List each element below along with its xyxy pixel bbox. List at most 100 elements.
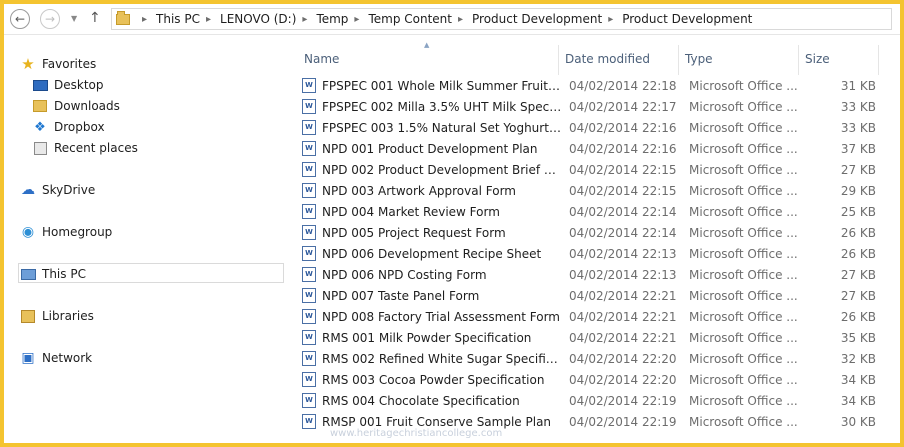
file-type: Microsoft Office ... (689, 141, 798, 156)
file-type: Microsoft Office ... (689, 393, 798, 408)
file-name: NPD 005 Project Request Form (322, 225, 506, 240)
desktop-icon (32, 79, 48, 91)
folder-icon (116, 10, 130, 25)
column-divider[interactable] (798, 45, 799, 75)
nav-downloads[interactable]: Downloads (32, 96, 120, 116)
file-type: Microsoft Office ... (689, 183, 798, 198)
file-size: 26 KB (840, 246, 876, 261)
file-date-modified: 04/02/2014 22:19 (569, 393, 677, 408)
breadcrumb-item[interactable]: Product Development (472, 12, 602, 26)
file-row[interactable]: W RMS 001 Milk Powder Specification 04/02/… (302, 327, 892, 348)
dropbox-icon: ❖ (34, 119, 46, 135)
file-size: 26 KB (840, 309, 876, 324)
file-name: NPD 007 Taste Panel Form (322, 288, 480, 303)
nav-recent-places[interactable]: Recent places (32, 138, 138, 158)
file-row[interactable]: W NPD 003 Artwork Approval Form 04/02/2014… (302, 180, 892, 201)
chevron-right-icon[interactable]: ▸ (142, 14, 147, 25)
file-row[interactable]: W NPD 002 Product Development Brief Sign.… (302, 159, 892, 180)
file-list: ▲ Name Date modified Type Size W FPSPEC 0… (294, 35, 900, 443)
word-document-icon: W (302, 120, 316, 135)
file-row[interactable]: W NPD 004 Market Review Form 04/02/2014 22… (302, 201, 892, 222)
pc-icon-wrap (20, 266, 36, 282)
breadcrumb-item[interactable]: Temp (316, 12, 348, 26)
file-name: RMS 003 Cocoa Powder Specification (322, 372, 545, 387)
nav-label: Dropbox (54, 120, 105, 134)
homegroup-icon: ◉ (21, 224, 35, 240)
file-type: Microsoft Office ... (689, 78, 798, 93)
file-name: RMSP 001 Fruit Conserve Sample Plan (322, 414, 552, 429)
file-name: FPSPEC 003 1.5% Natural Set Yoghurt Sp..… (322, 120, 563, 135)
word-document-icon: W (302, 288, 316, 303)
recent-locations-dropdown-icon[interactable]: ▼ (71, 14, 77, 23)
file-row[interactable]: W NPD 005 Project Request Form 04/02/2014 … (302, 222, 892, 243)
column-header-size[interactable]: Size (805, 52, 830, 66)
chevron-right-icon[interactable]: ▸ (206, 14, 211, 25)
file-type: Microsoft Office ... (689, 246, 798, 261)
back-button[interactable]: ← (10, 9, 30, 29)
nav-libraries[interactable]: Libraries (20, 306, 94, 326)
file-type: Microsoft Office ... (689, 372, 798, 387)
nav-label: This PC (42, 267, 86, 281)
file-row[interactable]: W RMS 003 Cocoa Powder Specification 04/02… (302, 369, 892, 390)
chevron-right-icon[interactable]: ▸ (608, 14, 613, 25)
breadcrumb[interactable]: ▸ This PC ▸ LENOVO (D:) ▸ Temp ▸ Temp Co… (111, 8, 892, 30)
nav-label: Downloads (54, 99, 120, 113)
chevron-right-icon[interactable]: ▸ (458, 14, 463, 25)
nav-desktop[interactable]: Desktop (32, 75, 104, 95)
file-row[interactable]: W NPD 008 Factory Trial Assessment Form 04… (302, 306, 892, 327)
file-date-modified: 04/02/2014 22:20 (569, 372, 677, 387)
breadcrumb-item[interactable]: This PC (156, 12, 200, 26)
chevron-right-icon[interactable]: ▸ (354, 14, 359, 25)
file-row[interactable]: W FPSPEC 003 1.5% Natural Set Yoghurt Sp.… (302, 117, 892, 138)
file-type: Microsoft Office ... (689, 204, 798, 219)
breadcrumb-item[interactable]: LENOVO (D:) (220, 12, 296, 26)
column-header-name[interactable]: Name (304, 52, 339, 66)
libraries-icon-wrap (20, 308, 36, 324)
file-row[interactable]: W NPD 001 Product Development Plan 04/02/2… (302, 138, 892, 159)
word-document-icon: W (302, 351, 316, 366)
file-size: 33 KB (840, 120, 876, 135)
file-row[interactable]: W NPD 007 Taste Panel Form 04/02/2014 22:2… (302, 285, 892, 306)
nav-this-pc[interactable]: This PC (20, 264, 86, 284)
file-date-modified: 04/02/2014 22:21 (569, 288, 677, 303)
up-button[interactable]: ↑ (89, 10, 101, 26)
explorer-window: ← → ▼ ↑ ▸ This PC ▸ LENOVO (D:) ▸ Temp ▸… (4, 4, 900, 443)
chevron-right-icon[interactable]: ▸ (302, 14, 307, 25)
file-type: Microsoft Office ... (689, 414, 798, 429)
forward-button[interactable]: → (40, 9, 60, 29)
nav-label: SkyDrive (42, 183, 96, 197)
file-name: FPSPEC 001 Whole Milk Summer Fruit Bi... (322, 78, 563, 93)
file-row[interactable]: W RMS 004 Chocolate Specification 04/02/20… (302, 390, 892, 411)
file-row[interactable]: W NPD 006 Development Recipe Sheet 04/02/2… (302, 243, 892, 264)
nav-skydrive[interactable]: ☁ SkyDrive (20, 180, 95, 200)
column-divider[interactable] (678, 45, 679, 75)
file-size: 27 KB (840, 162, 876, 177)
file-row[interactable]: W NPD 006 NPD Costing Form 04/02/2014 22:1… (302, 264, 892, 285)
file-name: FPSPEC 002 Milla 3.5% UHT Milk Specific.… (322, 99, 563, 114)
file-row[interactable]: W FPSPEC 002 Milla 3.5% UHT Milk Specific… (302, 96, 892, 117)
file-date-modified: 04/02/2014 22:17 (569, 99, 677, 114)
file-row[interactable]: W FPSPEC 001 Whole Milk Summer Fruit Bi..… (302, 75, 892, 96)
file-type: Microsoft Office ... (689, 309, 798, 324)
desktop-icon-wrap (32, 77, 48, 93)
file-size: 26 KB (840, 225, 876, 240)
column-header-date-modified[interactable]: Date modified (565, 52, 650, 66)
file-size: 29 KB (840, 183, 876, 198)
file-row[interactable]: W RMS 002 Refined White Sugar Specificati… (302, 348, 892, 369)
nav-network[interactable]: ▣ Network (20, 348, 92, 368)
column-header-type[interactable]: Type (685, 52, 713, 66)
nav-dropbox[interactable]: ❖ Dropbox (32, 117, 105, 137)
column-divider[interactable] (878, 45, 879, 75)
file-name: NPD 001 Product Development Plan (322, 141, 538, 156)
nav-homegroup[interactable]: ◉ Homegroup (20, 222, 112, 242)
file-name: RMS 001 Milk Powder Specification (322, 330, 532, 345)
breadcrumb-item[interactable]: Temp Content (368, 12, 452, 26)
breadcrumb-item[interactable]: Product Development (622, 12, 752, 26)
nav-favorites[interactable]: ★ Favorites (20, 54, 96, 74)
column-divider[interactable] (558, 45, 559, 75)
word-document-icon: W (302, 141, 316, 156)
file-date-modified: 04/02/2014 22:13 (569, 267, 677, 282)
computer-icon (20, 268, 36, 280)
file-size: 35 KB (840, 330, 876, 345)
file-type: Microsoft Office ... (689, 330, 798, 345)
